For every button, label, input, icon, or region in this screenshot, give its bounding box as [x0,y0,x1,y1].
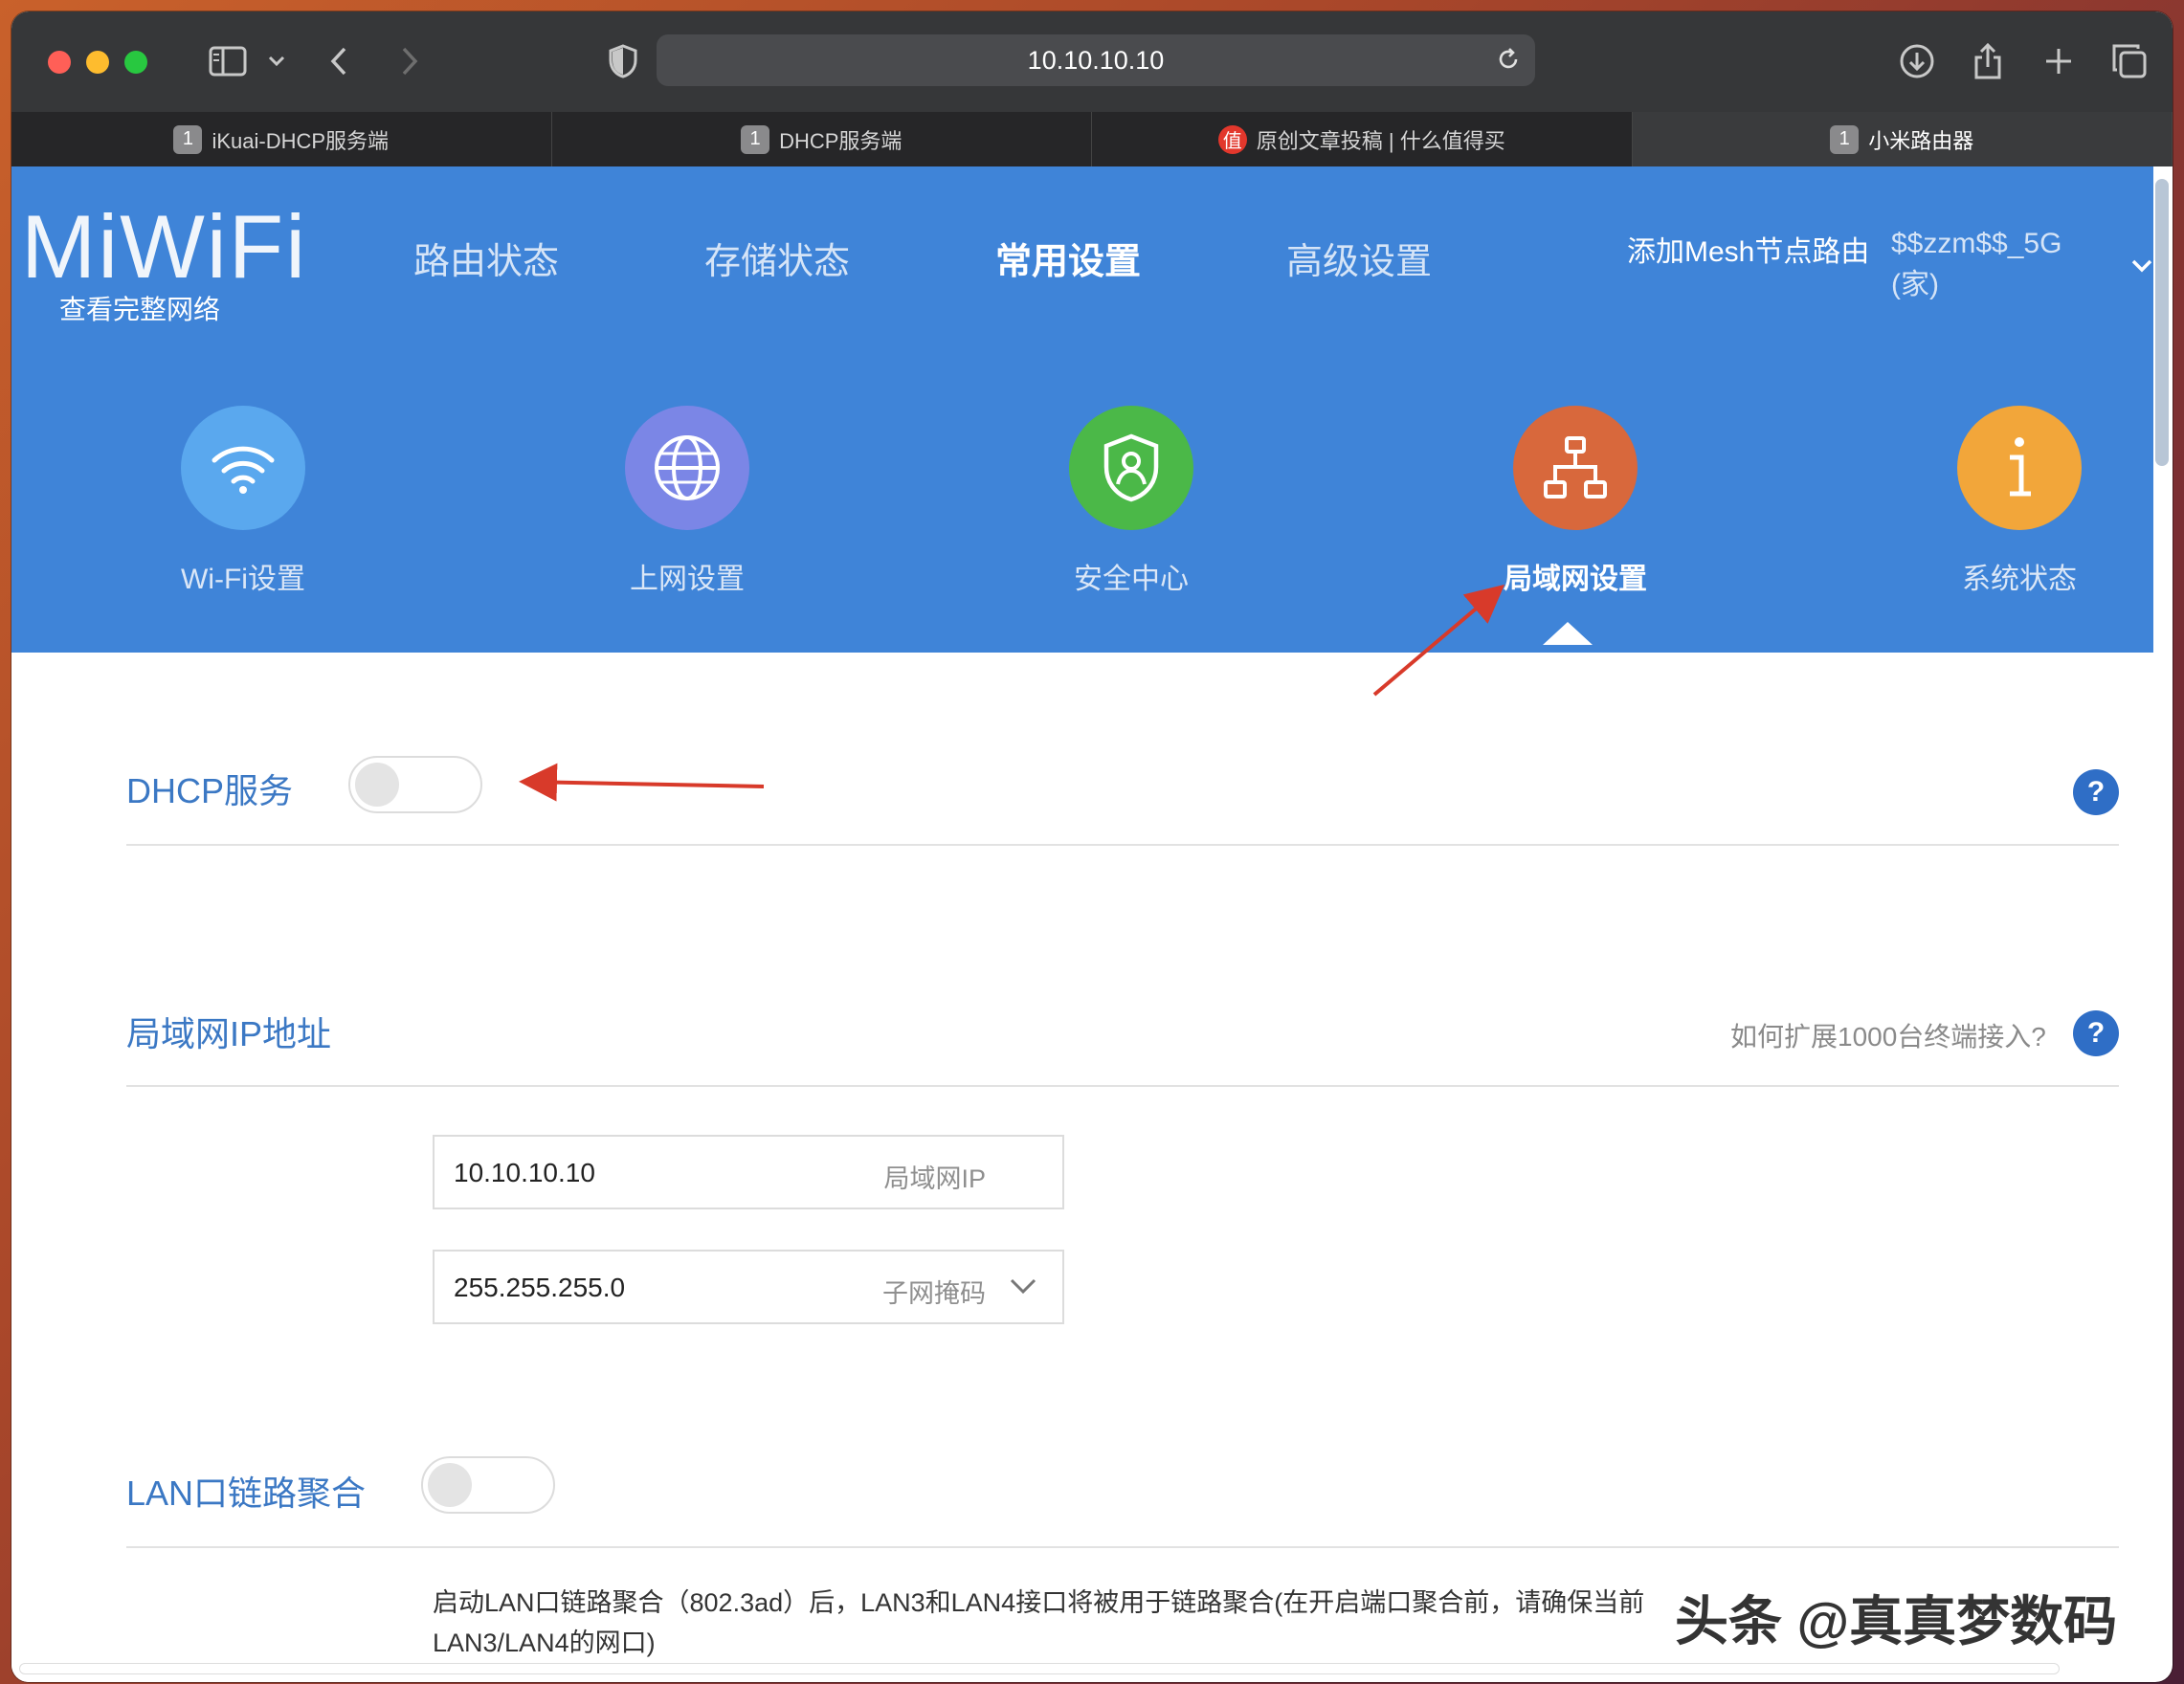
ssid-label: $$zzm$$_5G (家) [1891,228,2062,300]
tab-badge: 1 [1830,124,1860,154]
toggle-knob [428,1463,472,1507]
shield-icon [1069,406,1193,530]
info-icon [1957,406,2082,530]
add-mesh-node-link[interactable]: 添加Mesh节点路由 [1627,228,1869,270]
browser-window: 10.10.10.10 1 iKuai-DHCP服务端 1 DHCP服务端 值 … [11,11,2173,1682]
subnet-mask-value: 255.255.255.0 [454,1273,626,1302]
close-window-button[interactable] [48,51,71,74]
ssid-selector[interactable]: $$zzm$$_5G (家) [1891,228,2153,302]
feature-label: Wi-Fi设置 [181,564,305,595]
nav-router-status[interactable]: 路由状态 [413,232,559,284]
tab-overview-icon[interactable] [2106,40,2153,82]
privacy-shield-icon[interactable] [599,40,647,82]
feature-label: 系统状态 [1962,564,2077,595]
tab-title: DHCP服务端 [779,128,903,153]
watermark: 头条 @真真梦数码 [1675,1591,2118,1651]
zoom-window-button[interactable] [124,51,147,74]
forward-arrow-icon[interactable] [390,40,429,82]
lan-ip-title: 局域网IP地址 [126,1014,332,1053]
share-icon[interactable] [1964,40,2012,82]
feature-system-status[interactable]: 系统状态 [1924,406,2115,597]
lan-settings-panel: DHCP服务 ? 局域网IP地址 如何扩展1000台终端接入? ? 10.10.… [11,653,2153,1682]
title-bar: 10.10.10.10 [11,11,2173,112]
new-tab-plus-icon[interactable] [2035,40,2083,82]
globe-icon [625,406,749,530]
expand-terminals-link[interactable]: 如何扩展1000台终端接入? [1730,1016,2046,1054]
feature-label: 安全中心 [1074,564,1189,595]
lan-ip-value: 10.10.10.10 [454,1158,595,1187]
section-divider [126,1546,2119,1548]
subnet-mask-select[interactable]: 255.255.255.0 子网掩码 [433,1250,1064,1324]
dhcp-service-toggle[interactable] [348,756,482,813]
sidebar-toggle-icon[interactable] [199,40,256,82]
feature-wifi-settings[interactable]: Wi-Fi设置 [147,406,339,597]
chevron-down-icon [1009,1276,1037,1300]
dhcp-help-icon[interactable]: ? [2073,769,2119,815]
tab-badge: 1 [741,124,770,154]
horizontal-scrollbar[interactable] [19,1663,2060,1674]
tab-xiaomi-router[interactable]: 1 小米路由器 [1632,112,2173,166]
tab-smzdm[interactable]: 值 原创文章投稿 | 什么值得买 [1092,112,1633,166]
description-line: LAN3/LAN4的网口) [433,1629,656,1657]
lan-ip-help-icon[interactable]: ? [2073,1010,2119,1056]
feature-label: 上网设置 [630,564,745,595]
chevron-down-icon [2130,249,2153,281]
tab-dhcp-server[interactable]: 1 DHCP服务端 [552,112,1092,166]
section-divider [126,844,2119,846]
lan-link-aggregation-title: LAN口链路聚合 [126,1474,367,1513]
toggle-knob [355,763,399,807]
active-section-caret [1543,622,1593,645]
dhcp-service-title: DHCP服务 [126,771,294,810]
nav-common-settings[interactable]: 常用设置 [995,232,1141,284]
lan-ip-input[interactable]: 10.10.10.10 局域网IP [433,1135,1064,1209]
router-header: MiWiFi 查看完整网络 路由状态 存储状态 常用设置 高级设置 添加Mesh… [11,166,2153,653]
link-aggregation-description: 启动LAN口链路聚合（802.3ad）后，LAN3和LAN4接口将被用于链路聚合… [433,1583,1644,1663]
lan-ip-label: 局域网IP [883,1164,986,1193]
tab-badge: 值 [1217,124,1247,154]
tab-title: 小米路由器 [1868,128,1974,153]
vertical-scrollbar[interactable] [2155,179,2169,466]
tab-badge: 1 [173,124,203,154]
lan-network-icon [1513,406,1638,530]
feature-label: 局域网设置 [1504,564,1647,595]
description-line: 启动LAN口链路聚合（802.3ad）后，LAN3和LAN4接口将被用于链路聚合… [433,1588,1645,1617]
feature-internet-settings[interactable]: 上网设置 [591,406,783,597]
tab-title: 原创文章投稿 | 什么值得买 [1256,128,1505,153]
feature-security-center[interactable]: 安全中心 [1036,406,1227,597]
view-full-network-link[interactable]: 查看完整网络 [59,289,220,327]
reload-icon[interactable] [1495,46,1522,79]
url-text: 10.10.10.10 [1027,45,1165,75]
minimize-window-button[interactable] [86,51,109,74]
lan-link-aggregation-toggle[interactable] [421,1456,555,1514]
address-bar[interactable]: 10.10.10.10 [657,34,1535,86]
tab-ikuai-dhcp[interactable]: 1 iKuai-DHCP服务端 [11,112,552,166]
feature-lan-settings[interactable]: 局域网设置 [1480,406,1671,597]
miwifi-logo[interactable]: MiWiFi [21,195,307,299]
back-arrow-icon[interactable] [320,40,358,82]
wifi-icon [181,406,305,530]
subnet-mask-label: 子网掩码 [882,1279,986,1308]
section-divider [126,1085,2119,1087]
download-icon[interactable] [1893,40,1941,82]
tab-bar: 1 iKuai-DHCP服务端 1 DHCP服务端 值 原创文章投稿 | 什么值… [11,112,2173,166]
chevron-down-icon[interactable] [262,40,291,82]
nav-advanced-settings[interactable]: 高级设置 [1286,232,1432,284]
nav-storage-status[interactable]: 存储状态 [704,232,850,284]
tab-title: iKuai-DHCP服务端 [212,128,390,153]
